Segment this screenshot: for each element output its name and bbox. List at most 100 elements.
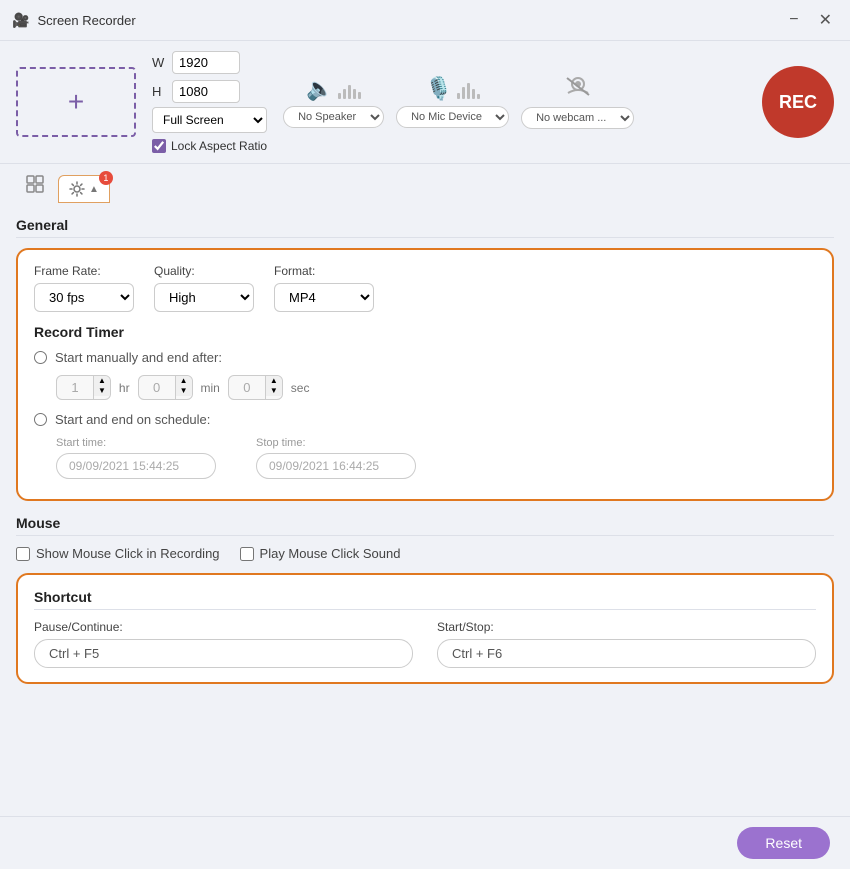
audio-section: 🔈 No Speaker 🎙️: [283, 75, 746, 129]
format-label: Format:: [274, 264, 374, 278]
general-section-title: General: [16, 217, 834, 238]
start-stop-label: Start/Stop:: [437, 620, 816, 634]
min-spin: ▲ ▼: [138, 375, 193, 400]
mic-select[interactable]: No Mic Device: [396, 106, 509, 128]
app-icon: 🎥: [12, 12, 29, 29]
schedule-row: Start time: Stop time:: [56, 437, 816, 479]
sec-input[interactable]: [229, 376, 265, 399]
settings-tab[interactable]: ▲ 1: [58, 175, 110, 203]
timer-option2: Start and end on schedule:: [34, 412, 816, 427]
start-stop-field: Start/Stop:: [437, 620, 816, 668]
webcam-icon-row: [564, 75, 592, 103]
reset-button[interactable]: Reset: [737, 827, 830, 859]
rec-button[interactable]: REC: [762, 66, 834, 138]
min-unit: min: [201, 381, 220, 395]
hr-spin: ▲ ▼: [56, 375, 111, 400]
format-select[interactable]: MP4: [274, 283, 374, 312]
mic-icon-row: 🎙️: [425, 76, 479, 102]
close-button[interactable]: ✕: [813, 8, 838, 32]
frame-rate-label: Frame Rate:: [34, 264, 134, 278]
start-stop-input[interactable]: [437, 639, 816, 668]
webcam-icon: [564, 75, 592, 103]
screen-select-box[interactable]: +: [16, 67, 136, 137]
lock-aspect-label: Lock Aspect Ratio: [171, 139, 267, 153]
height-input[interactable]: [172, 80, 240, 103]
hr-unit: hr: [119, 381, 130, 395]
play-click-sound-item: Play Mouse Click Sound: [240, 546, 401, 561]
stop-time-input[interactable]: [256, 453, 416, 479]
frame-rate-select[interactable]: 30 fps: [34, 283, 134, 312]
lock-aspect-checkbox[interactable]: [152, 139, 166, 153]
mouse-checkbox-row: Show Mouse Click in Recording Play Mouse…: [16, 546, 834, 561]
shortcut-card: Shortcut Pause/Continue: Start/Stop:: [16, 573, 834, 684]
bar2: [343, 89, 346, 99]
mic-device: 🎙️ No Mic Device: [396, 76, 509, 128]
quality-group: Quality: High: [154, 264, 254, 312]
min-down-btn[interactable]: ▼: [176, 386, 192, 396]
webcam-select[interactable]: No webcam ...: [521, 107, 634, 129]
mbar5: [477, 94, 480, 99]
timer-option2-label: Start and end on schedule:: [55, 412, 210, 427]
sec-up-btn[interactable]: ▲: [266, 376, 282, 386]
timer-option1: Start manually and end after:: [34, 350, 816, 365]
hr-down-btn[interactable]: ▼: [94, 386, 110, 396]
width-row: W: [152, 51, 267, 74]
pause-continue-label: Pause/Continue:: [34, 620, 413, 634]
time-inputs-row: ▲ ▼ hr ▲ ▼ min ▲ ▼ sec: [56, 375, 816, 400]
dimension-block: W H Full Screen Lock Aspect Ratio: [152, 51, 267, 153]
shortcut-inner: Pause/Continue: Start/Stop:: [34, 620, 816, 668]
general-card: Frame Rate: 30 fps Quality: High Format:…: [16, 248, 834, 501]
format-group: Format: MP4: [274, 264, 374, 312]
play-click-sound-label: Play Mouse Click Sound: [260, 546, 401, 561]
width-input[interactable]: [172, 51, 240, 74]
app-title: Screen Recorder: [37, 13, 135, 28]
title-bar-left: 🎥 Screen Recorder: [12, 12, 136, 29]
content-area: General Frame Rate: 30 fps Quality: High…: [0, 203, 850, 816]
timer-radio1[interactable]: [34, 351, 47, 364]
play-click-sound-checkbox[interactable]: [240, 547, 254, 561]
pause-continue-input[interactable]: [34, 639, 413, 668]
title-bar: 🎥 Screen Recorder − ✕: [0, 0, 850, 41]
speaker-icon: 🔈: [306, 76, 333, 102]
fullscreen-select[interactable]: Full Screen: [152, 107, 267, 133]
mbar3: [467, 83, 470, 99]
bar1: [338, 93, 341, 99]
start-time-field: Start time:: [56, 437, 216, 479]
mic-icon: 🎙️: [425, 76, 452, 102]
tab-icon-plain-btn[interactable]: [16, 170, 54, 203]
quality-select[interactable]: High: [154, 283, 254, 312]
webcam-device: No webcam ...: [521, 75, 634, 129]
mbar2: [462, 87, 465, 99]
bar4: [353, 89, 356, 99]
bar3: [348, 85, 351, 99]
minimize-button[interactable]: −: [783, 8, 804, 32]
speaker-icon-row: 🔈: [306, 76, 360, 102]
min-up-btn[interactable]: ▲: [176, 376, 192, 386]
wh-section: W H: [152, 51, 267, 103]
stop-time-field: Stop time:: [256, 437, 416, 479]
lock-aspect-row: Lock Aspect Ratio: [152, 139, 267, 153]
hr-spin-buttons: ▲ ▼: [93, 376, 110, 399]
start-time-label: Start time:: [56, 437, 216, 449]
shortcut-section-title: Shortcut: [34, 589, 816, 610]
min-input[interactable]: [139, 376, 175, 399]
bar5: [358, 92, 361, 99]
speaker-select[interactable]: No Speaker: [283, 106, 384, 128]
tab-bar: ▲ 1: [0, 164, 850, 203]
width-label: W: [152, 55, 166, 70]
mouse-section: Mouse Show Mouse Click in Recording Play…: [16, 515, 834, 561]
tab-badge: 1: [99, 171, 113, 185]
stop-time-label: Stop time:: [256, 437, 416, 449]
sec-down-btn[interactable]: ▼: [266, 386, 282, 396]
tab-up-icon: ▲: [89, 184, 99, 195]
timer-radio2[interactable]: [34, 413, 47, 426]
hr-up-btn[interactable]: ▲: [94, 376, 110, 386]
show-click-checkbox[interactable]: [16, 547, 30, 561]
hr-input[interactable]: [57, 376, 93, 399]
start-time-input[interactable]: [56, 453, 216, 479]
height-row: H: [152, 80, 267, 103]
title-bar-controls: − ✕: [783, 8, 838, 32]
speaker-bars: [338, 79, 361, 99]
speaker-device: 🔈 No Speaker: [283, 76, 384, 128]
min-spin-buttons: ▲ ▼: [175, 376, 192, 399]
